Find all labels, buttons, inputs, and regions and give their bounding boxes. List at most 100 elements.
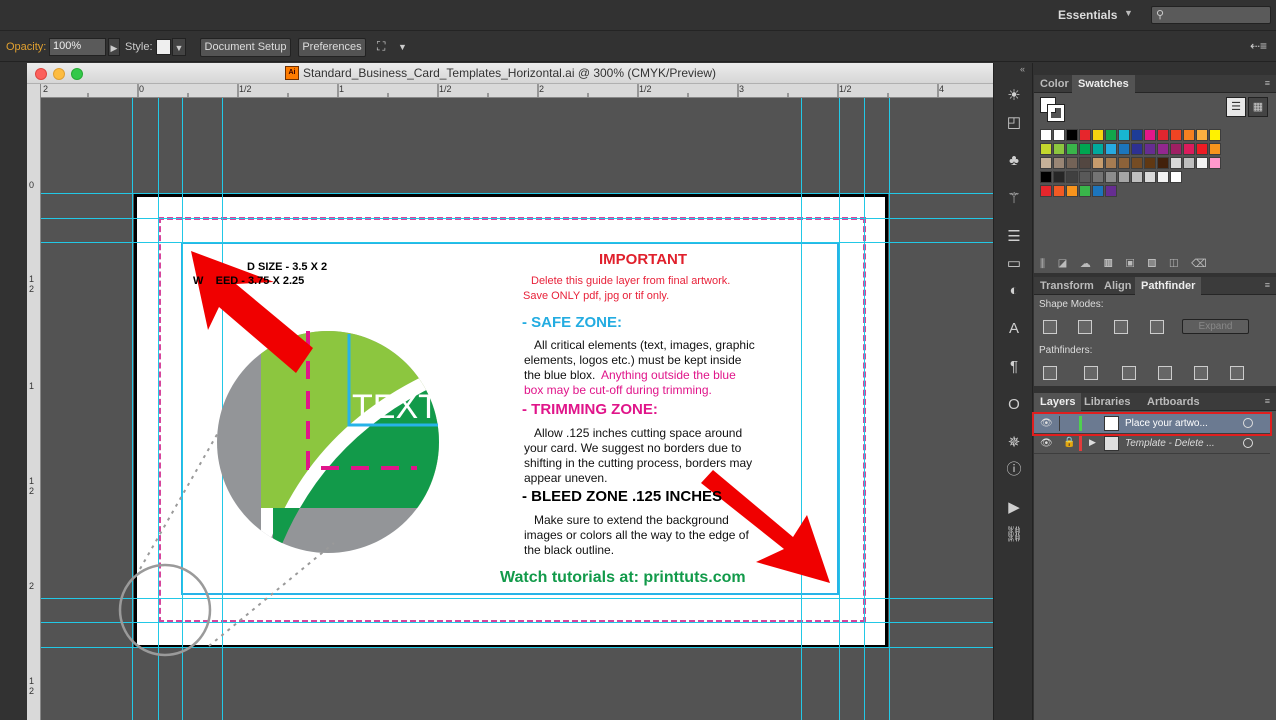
color-swatch[interactable] <box>1079 157 1091 169</box>
layer-name[interactable]: Place your artwo... <box>1125 418 1208 429</box>
search-input[interactable]: ⚲ <box>1151 6 1271 24</box>
minus-front-icon[interactable] <box>1078 320 1092 334</box>
color-swatch[interactable] <box>1170 171 1182 183</box>
color-swatch[interactable] <box>1092 143 1104 155</box>
color-swatch[interactable] <box>1196 157 1208 169</box>
character-icon[interactable]: A <box>1004 319 1024 339</box>
panel-menu-icon[interactable]: ≡ <box>1265 78 1270 88</box>
color-swatch[interactable] <box>1079 143 1091 155</box>
color-swatch[interactable] <box>1209 157 1221 169</box>
tab-transform[interactable]: Transform <box>1034 277 1100 295</box>
lock-icon[interactable]: 🔒 <box>1063 437 1075 448</box>
color-swatch[interactable] <box>1040 143 1052 155</box>
list-view-icon[interactable]: ☰ <box>1226 97 1246 117</box>
grid-view-icon[interactable]: ▦ <box>1248 97 1268 117</box>
color-swatch[interactable] <box>1053 185 1065 197</box>
brushes-icon[interactable]: ◰ <box>1004 113 1024 133</box>
panel-menu-icon[interactable]: ⇠≡ <box>1250 39 1267 53</box>
color-swatch[interactable] <box>1118 171 1130 183</box>
minimize-window-button[interactable] <box>53 68 65 80</box>
stroke-swatch[interactable] <box>1047 104 1065 122</box>
tab-swatches[interactable]: Swatches <box>1072 75 1135 93</box>
color-swatch[interactable] <box>1118 129 1130 141</box>
color-swatch[interactable] <box>1053 129 1065 141</box>
color-swatch[interactable] <box>1183 129 1195 141</box>
color-swatch[interactable] <box>1053 157 1065 169</box>
vertical-ruler[interactable]: 0 1 2 1 1 2 2 1 2 <box>27 84 41 720</box>
color-swatch[interactable] <box>1066 129 1078 141</box>
color-swatch[interactable] <box>1209 129 1221 141</box>
graphic-styles-icon[interactable]: ⚚ <box>1004 189 1024 209</box>
color-swatch[interactable] <box>1079 171 1091 183</box>
color-swatch[interactable] <box>1105 157 1117 169</box>
new-swatch-icon[interactable]: ◫ <box>1169 258 1191 270</box>
preferences-button[interactable]: Preferences <box>298 38 366 57</box>
tab-align[interactable]: Align <box>1098 277 1138 295</box>
color-swatch[interactable] <box>1040 185 1052 197</box>
divide-icon[interactable] <box>1043 366 1057 380</box>
swatch-libraries-icon[interactable]: ⫼ <box>1040 258 1058 270</box>
color-swatch[interactable] <box>1170 129 1182 141</box>
expand-triangle-icon[interactable]: ▶ <box>1089 437 1096 448</box>
stroke-icon[interactable]: ☰ <box>1004 227 1024 247</box>
color-swatch[interactable] <box>1131 143 1143 155</box>
paragraph-icon[interactable]: ¶ <box>1004 357 1024 377</box>
links-icon[interactable]: ⛓ <box>1004 525 1024 545</box>
color-swatch[interactable] <box>1209 143 1221 155</box>
panel-menu-icon[interactable]: ≡ <box>1265 280 1270 290</box>
color-swatch[interactable] <box>1066 185 1078 197</box>
opacity-dropdown-icon[interactable]: ▶ <box>108 38 120 56</box>
lock-toggle[interactable] <box>1059 416 1073 431</box>
color-swatch[interactable] <box>1170 157 1182 169</box>
visibility-eye-icon[interactable]: 👁 <box>1040 438 1054 450</box>
color-guide-icon[interactable]: ☀ <box>1004 86 1024 106</box>
color-swatch[interactable] <box>1105 185 1117 197</box>
minus-back-icon[interactable] <box>1230 366 1244 380</box>
color-swatch[interactable] <box>1053 143 1065 155</box>
layer-row[interactable]: 👁 Place your artwo... <box>1032 412 1272 436</box>
color-swatch[interactable] <box>1144 171 1156 183</box>
color-swatch[interactable] <box>1066 171 1078 183</box>
document-setup-button[interactable]: Document Setup <box>200 38 291 57</box>
new-group-icon[interactable]: ▤ <box>1148 258 1170 270</box>
color-swatch[interactable] <box>1196 129 1208 141</box>
tab-layers[interactable]: Layers <box>1034 393 1082 411</box>
horizontal-ruler[interactable]: 2 0 1/2 1 1/2 2 1/2 3 1/2 4 <box>41 84 993 98</box>
color-swatch[interactable] <box>1092 129 1104 141</box>
tab-artboards[interactable]: Artboards <box>1141 393 1206 411</box>
color-swatch[interactable] <box>1131 171 1143 183</box>
color-swatch[interactable] <box>1040 129 1052 141</box>
color-swatch[interactable] <box>1170 143 1182 155</box>
color-swatch[interactable] <box>1079 185 1091 197</box>
exclude-icon[interactable] <box>1150 320 1164 334</box>
close-window-button[interactable] <box>35 68 47 80</box>
color-swatch[interactable] <box>1105 143 1117 155</box>
navigator-icon[interactable]: ✵ <box>1004 433 1024 453</box>
color-swatch[interactable] <box>1092 157 1104 169</box>
color-swatch[interactable] <box>1079 129 1091 141</box>
color-swatch[interactable] <box>1144 129 1156 141</box>
color-swatch[interactable] <box>1118 143 1130 155</box>
cloud-icon[interactable]: ☁ <box>1080 258 1104 270</box>
collapse-panels-icon[interactable]: « <box>1020 64 1025 74</box>
color-swatch[interactable] <box>1053 171 1065 183</box>
merge-icon[interactable] <box>1122 366 1136 380</box>
color-swatch[interactable] <box>1092 171 1104 183</box>
artboard-canvas[interactable]: TEXT D SIZE - 3.5 X 2 W EED - 3.75 X 2.2… <box>41 98 993 720</box>
target-circle-icon[interactable] <box>1243 418 1253 428</box>
color-swatch[interactable] <box>1066 143 1078 155</box>
zoom-window-button[interactable] <box>71 68 83 80</box>
arrange-documents-icon[interactable]: ⛶ <box>377 39 385 54</box>
visibility-eye-icon[interactable]: 👁 <box>1040 418 1054 430</box>
chevron-down-icon[interactable]: ▼ <box>1124 8 1133 18</box>
opentype-icon[interactable]: O <box>1004 395 1024 415</box>
panel-menu-icon[interactable]: ≡ <box>1265 396 1270 406</box>
style-dropdown-icon[interactable]: ▼ <box>172 38 186 56</box>
color-group-icon[interactable]: ▣ <box>1126 258 1148 270</box>
color-swatch[interactable] <box>1131 129 1143 141</box>
layer-name[interactable]: Template - Delete ... <box>1125 438 1215 449</box>
color-swatch[interactable] <box>1105 129 1117 141</box>
gradient-icon[interactable]: ▭ <box>1004 254 1024 274</box>
tab-color[interactable]: Color <box>1034 75 1075 93</box>
tab-pathfinder[interactable]: Pathfinder <box>1135 277 1202 295</box>
